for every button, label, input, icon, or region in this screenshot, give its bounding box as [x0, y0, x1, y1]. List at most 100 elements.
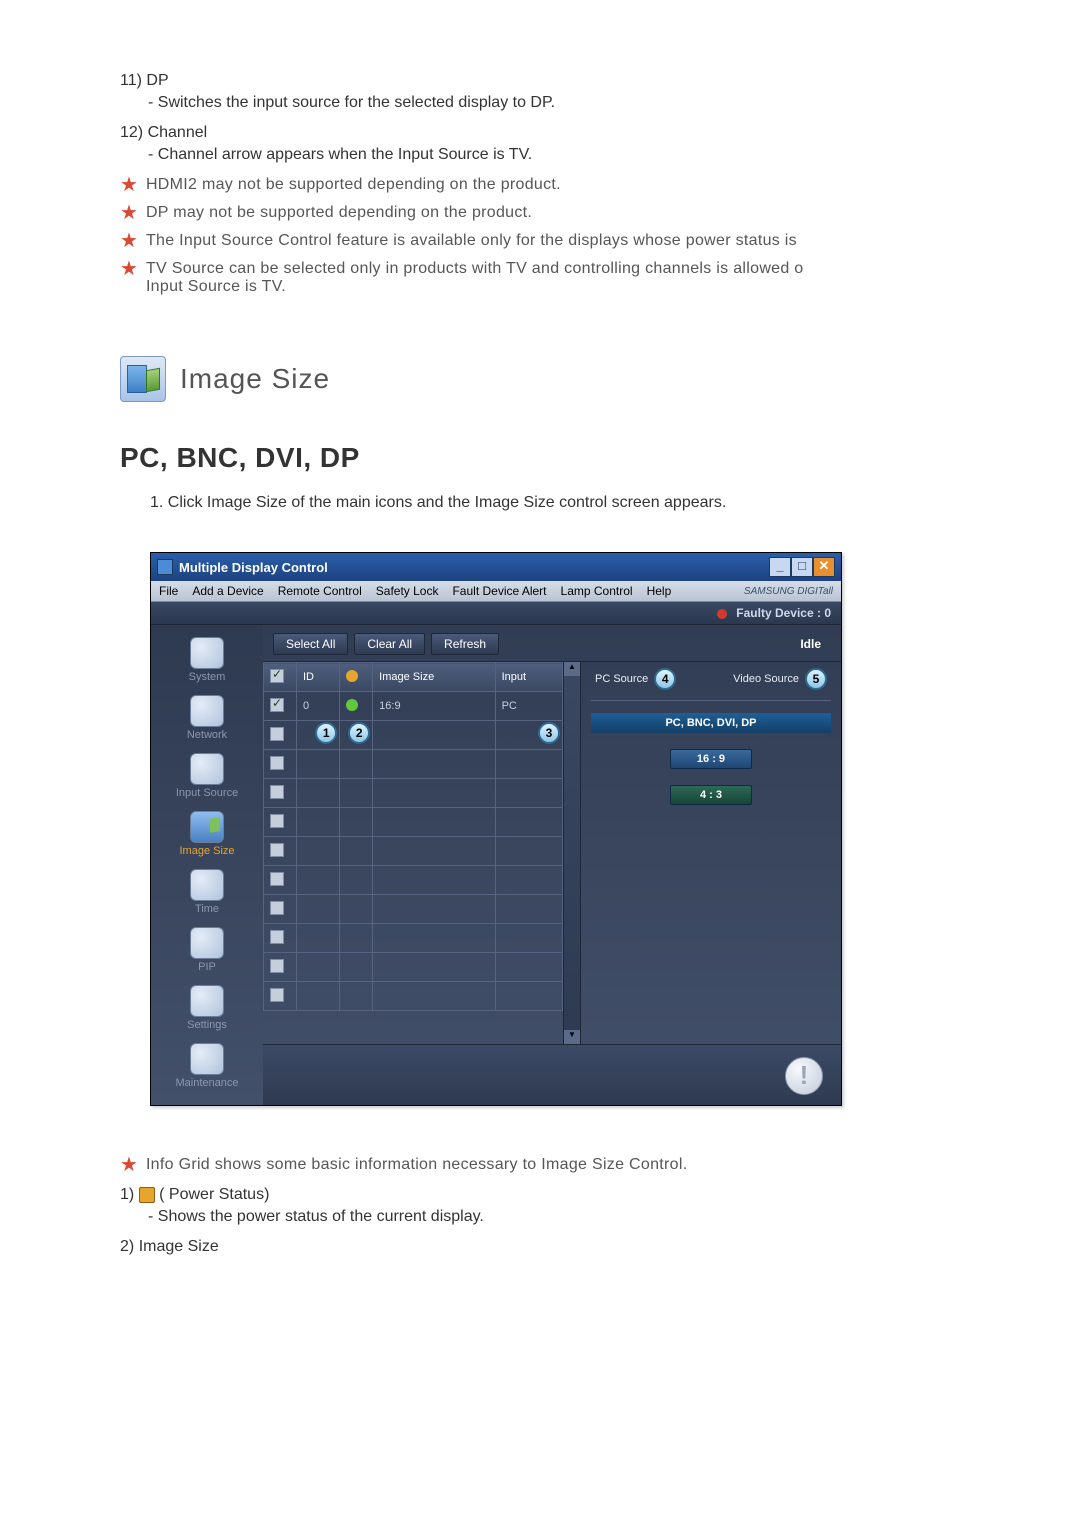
row-checkbox[interactable]: [270, 756, 284, 770]
table-scrollbar[interactable]: ▲ ▼: [563, 662, 580, 1044]
table-row[interactable]: [264, 982, 563, 1011]
table-row[interactable]: [264, 953, 563, 982]
table-header-row: ID Image Size Input: [264, 663, 563, 692]
list-item-11: 11) DP - Switches the input source for t…: [120, 72, 1040, 112]
item-title: Image Size: [139, 1238, 219, 1255]
callout-1: 1: [315, 722, 337, 744]
sidebar-item-input-source[interactable]: Input Source: [151, 747, 263, 805]
brand-label: SAMSUNG DIGITall: [744, 586, 833, 597]
maximize-button[interactable]: □: [791, 557, 813, 577]
power-on-icon: [346, 699, 358, 711]
table-row[interactable]: 0 16:9 PC: [264, 692, 563, 721]
mdc-window: Multiple Display Control _ □ ✕ File Add …: [150, 552, 842, 1106]
item-number: 2): [120, 1238, 134, 1255]
note-3: ★ The Input Source Control feature is av…: [120, 232, 1040, 250]
faulty-device-bar: Faulty Device : 0: [151, 602, 841, 625]
note-text: DP may not be supported depending on the…: [146, 204, 532, 222]
table-row[interactable]: [264, 924, 563, 953]
minimize-button[interactable]: _: [769, 557, 791, 577]
table-row[interactable]: [264, 808, 563, 837]
window-title: Multiple Display Control: [179, 560, 328, 575]
menu-file[interactable]: File: [159, 584, 178, 598]
star-icon: ★: [120, 1156, 138, 1174]
row-checkbox[interactable]: [270, 814, 284, 828]
subsection-title: PC, BNC, DVI, DP: [120, 442, 1040, 474]
scroll-up-icon[interactable]: ▲: [564, 662, 580, 676]
item-sub: - Shows the power status of the current …: [148, 1208, 1040, 1226]
row-checkbox[interactable]: [270, 698, 284, 712]
note-text: The Input Source Control feature is avai…: [146, 232, 797, 250]
note-2: ★ DP may not be supported depending on t…: [120, 204, 1040, 222]
scroll-down-icon[interactable]: ▼: [564, 1030, 580, 1044]
menu-fault-alert[interactable]: Fault Device Alert: [452, 584, 546, 598]
close-button[interactable]: ✕: [813, 557, 835, 577]
sidebar-item-image-size[interactable]: Image Size: [151, 805, 263, 863]
list-item-12: 12) Channel - Channel arrow appears when…: [120, 124, 1040, 164]
row-checkbox[interactable]: [270, 727, 284, 741]
item-title: DP: [146, 72, 168, 89]
menu-lamp-control[interactable]: Lamp Control: [561, 584, 633, 598]
table-row[interactable]: 1 2 3: [264, 721, 563, 750]
app-icon: [157, 559, 173, 575]
sidebar: System Network Input Source Image Size T…: [151, 625, 263, 1105]
table-row[interactable]: [264, 866, 563, 895]
sidebar-item-pip[interactable]: PIP: [151, 921, 263, 979]
category-header: PC, BNC, DVI, DP: [591, 713, 831, 733]
callout-4: 4: [654, 668, 676, 690]
select-all-checkbox[interactable]: [270, 669, 284, 683]
item-number: 1): [120, 1186, 134, 1203]
table-row[interactable]: [264, 837, 563, 866]
callout-2: 2: [348, 722, 370, 744]
device-table-wrap: ID Image Size Input 0 16:9 PC: [263, 662, 563, 1044]
note-4: ★ TV Source can be selected only in prod…: [120, 260, 1040, 296]
menu-help[interactable]: Help: [647, 584, 672, 598]
item-title: ( Power Status): [159, 1186, 269, 1203]
callout-3: 3: [538, 722, 560, 744]
faulty-device-text: Faulty Device : 0: [736, 606, 831, 620]
row-checkbox[interactable]: [270, 785, 284, 799]
row-checkbox[interactable]: [270, 959, 284, 973]
row-checkbox[interactable]: [270, 872, 284, 886]
table-row[interactable]: [264, 895, 563, 924]
menu-add-device[interactable]: Add a Device: [192, 584, 263, 598]
note-1: ★ HDMI2 may not be supported depending o…: [120, 176, 1040, 194]
pc-source-label: PC Source: [595, 673, 648, 685]
star-icon: ★: [120, 232, 138, 250]
cell-id: 0: [297, 692, 340, 721]
sidebar-item-time[interactable]: Time: [151, 863, 263, 921]
callout-5: 5: [805, 668, 827, 690]
item-number: 12): [120, 124, 143, 141]
sidebar-item-network[interactable]: Network: [151, 689, 263, 747]
select-all-button[interactable]: Select All: [273, 633, 348, 655]
item-sub: - Switches the input source for the sele…: [148, 94, 1040, 112]
step-1-text: 1. Click Image Size of the main icons an…: [150, 494, 1040, 512]
video-source-label: Video Source: [733, 673, 799, 685]
menu-remote-control[interactable]: Remote Control: [278, 584, 362, 598]
clear-all-button[interactable]: Clear All: [354, 633, 425, 655]
sidebar-item-maintenance[interactable]: Maintenance: [151, 1037, 263, 1095]
row-checkbox[interactable]: [270, 988, 284, 1002]
list-item-b1: 1) ( Power Status) - Shows the power sta…: [120, 1186, 1040, 1226]
refresh-button[interactable]: Refresh: [431, 633, 499, 655]
sidebar-item-system[interactable]: System: [151, 631, 263, 689]
cell-image-size: 16:9: [373, 692, 495, 721]
item-number: 11): [120, 72, 142, 89]
power-status-icon: [139, 1187, 155, 1203]
section-heading-row: Image Size: [120, 356, 1040, 402]
row-checkbox[interactable]: [270, 901, 284, 915]
star-icon: ★: [120, 204, 138, 222]
right-panel: PC Source 4 Video Source 5 PC, BNC, DVI,…: [580, 662, 841, 1044]
row-checkbox[interactable]: [270, 843, 284, 857]
table-row[interactable]: [264, 779, 563, 808]
row-checkbox[interactable]: [270, 930, 284, 944]
table-row[interactable]: [264, 750, 563, 779]
ratio-4-3-button[interactable]: 4 : 3: [670, 785, 752, 805]
sidebar-item-settings[interactable]: Settings: [151, 979, 263, 1037]
col-input: Input: [495, 663, 562, 692]
ratio-16-9-button[interactable]: 16 : 9: [670, 749, 752, 769]
menubar: File Add a Device Remote Control Safety …: [151, 581, 841, 602]
menu-safety-lock[interactable]: Safety Lock: [376, 584, 439, 598]
item-title: Channel: [148, 124, 208, 141]
star-icon: ★: [120, 260, 138, 278]
cell-input: PC: [495, 692, 562, 721]
